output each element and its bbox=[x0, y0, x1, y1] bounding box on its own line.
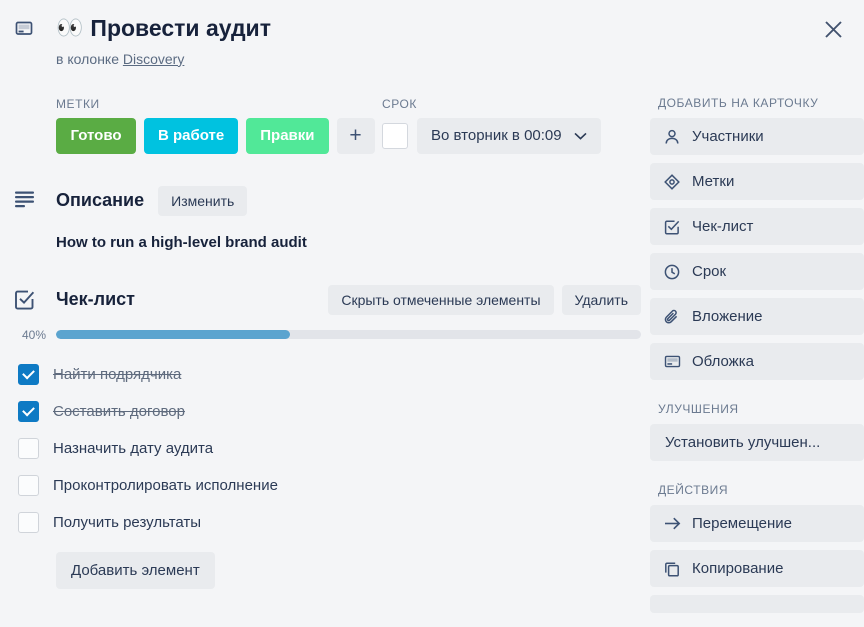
breadcrumb-list-link[interactable]: Discovery bbox=[123, 51, 184, 67]
sidebar-item-участники[interactable]: Участники bbox=[650, 118, 864, 155]
description-section: Описание Изменить bbox=[0, 154, 650, 216]
copy-icon bbox=[664, 561, 681, 577]
label-chip-v-rabote[interactable]: В работе bbox=[144, 117, 239, 154]
sidebar-group-heading: ДЕЙСТВИЯ bbox=[658, 483, 729, 497]
sidebar-item-перемещение[interactable]: Перемещение bbox=[650, 505, 864, 542]
add-checklist-item-button[interactable]: Добавить элемент bbox=[56, 551, 215, 589]
sidebar-item-копирование[interactable]: Копирование bbox=[650, 550, 864, 587]
checklist-item-label: Составить договор bbox=[53, 402, 185, 420]
checklist-item[interactable]: Проконтролировать исполнение bbox=[18, 467, 650, 504]
checklist-header-buttons: Скрыть отмеченные элементы Удалить bbox=[328, 284, 641, 315]
sidebar-group: ДЕЙСТВИЯ Перемещение Копирование bbox=[650, 483, 864, 613]
sidebar-group: УЛУЧШЕНИЯ Установить улучшен... bbox=[650, 402, 864, 461]
checklist-header-row: Чек-лист Скрыть отмеченные элементы Удал… bbox=[56, 284, 650, 315]
checklist-item-label: Проконтролировать исполнение bbox=[53, 476, 278, 494]
sidebar-group: ДОБАВИТЬ НА КАРТОЧКУ Участники Метки Чек-ли… bbox=[650, 96, 864, 380]
checkbox-icon[interactable] bbox=[18, 511, 39, 533]
checklist-item[interactable]: Получить результаты bbox=[18, 504, 650, 541]
card-detail-dialog: 👀 Провести аудит в колонке Discovery МЕТ… bbox=[0, 0, 864, 627]
progress-bar-fill bbox=[56, 330, 290, 340]
sidebar-item-label: Метки bbox=[692, 173, 735, 190]
checklist-item-label: Назначить дату аудита bbox=[53, 439, 214, 457]
chevron-down-icon bbox=[574, 132, 587, 140]
description-body: How to run a high-level brand audit bbox=[56, 233, 307, 251]
checkbox-icon[interactable] bbox=[18, 437, 39, 459]
due-heading: СРОК bbox=[382, 96, 417, 111]
checkbox-icon[interactable] bbox=[18, 474, 39, 496]
sidebar-item-label: Обложка bbox=[692, 353, 754, 370]
checklist-item-label: Найти подрядчика bbox=[53, 365, 182, 383]
sidebar-item-вложение[interactable]: Вложение bbox=[650, 298, 864, 335]
checklist-title: Чек-лист bbox=[56, 289, 135, 310]
page-title: 👀 Провести аудит bbox=[56, 14, 650, 43]
due-row: Во вторник в 00:09 bbox=[382, 117, 601, 154]
due-date-checkbox[interactable] bbox=[382, 122, 408, 149]
labels-block: МЕТКИ Готово В работе Правки + bbox=[56, 97, 378, 154]
label-chips: Готово В работе Правки + bbox=[56, 117, 378, 154]
card-sidebar: ДОБАВИТЬ НА КАРТОЧКУ Участники Метки Чек-ли… bbox=[650, 0, 864, 627]
tag-icon bbox=[664, 173, 681, 190]
progress-bar-track bbox=[56, 330, 641, 340]
sidebar-item-метки[interactable]: Метки bbox=[650, 163, 864, 200]
hide-checked-items-button[interactable]: Скрыть отмеченные элементы bbox=[328, 284, 554, 315]
label-chip-text: В работе bbox=[158, 127, 225, 145]
sidebar-item-label: Срок bbox=[692, 263, 727, 280]
clock-icon bbox=[664, 264, 681, 280]
sidebar-item-срок[interactable]: Срок bbox=[650, 253, 864, 290]
card-main-column: 👀 Провести аудит в колонке Discovery МЕТ… bbox=[0, 0, 650, 627]
sidebar-item-more[interactable] bbox=[650, 595, 864, 613]
description-header: Описание Изменить bbox=[56, 185, 248, 216]
checklist-icon bbox=[14, 285, 56, 315]
description-title: Описание bbox=[56, 190, 145, 211]
card-header: 👀 Провести аудит в колонке Discovery bbox=[0, 0, 650, 67]
add-checklist-item-wrap: Добавить элемент bbox=[0, 541, 650, 589]
sidebar-item-label: Перемещение bbox=[692, 515, 792, 532]
checklist-items: Найти подрядчика Составить договор Назначи… bbox=[0, 342, 650, 541]
progress-percent-label: 40% bbox=[21, 327, 46, 342]
label-chip-pravki[interactable]: Правки bbox=[246, 117, 329, 154]
person-icon bbox=[664, 129, 681, 145]
sidebar-item-label: Чек-лист bbox=[692, 218, 754, 235]
due-date-value: Во вторник в 00:09 bbox=[431, 127, 562, 145]
sidebar-item-label: Копирование bbox=[692, 560, 784, 577]
card-header-text: 👀 Провести аудит в колонке Discovery bbox=[56, 14, 650, 67]
sidebar-item-label: Вложение bbox=[692, 308, 763, 325]
card-title-text: Провести аудит bbox=[90, 15, 271, 41]
sidebar-group-heading: УЛУЧШЕНИЯ bbox=[658, 402, 739, 416]
label-chip-text: Готово bbox=[70, 127, 122, 145]
due-date-button[interactable]: Во вторник в 00:09 bbox=[417, 117, 601, 154]
checkbox-checked-icon[interactable] bbox=[18, 363, 39, 385]
checkbox-checked-icon[interactable] bbox=[18, 400, 39, 422]
cover-icon bbox=[14, 14, 56, 67]
checklist-icon bbox=[664, 219, 681, 235]
cover-icon bbox=[664, 353, 681, 370]
edit-description-button[interactable]: Изменить bbox=[158, 185, 248, 216]
labels-heading: МЕТКИ bbox=[56, 96, 100, 111]
add-label-button[interactable]: + bbox=[336, 117, 375, 154]
breadcrumb: в колонке Discovery bbox=[56, 51, 650, 67]
description-icon bbox=[14, 186, 56, 216]
sidebar-item-обложка[interactable]: Обложка bbox=[650, 343, 864, 380]
sidebar-item-label: Установить улучшен... bbox=[665, 434, 821, 451]
delete-checklist-button[interactable]: Удалить bbox=[561, 284, 641, 315]
sidebar-item-чек-лист[interactable]: Чек-лист bbox=[650, 208, 864, 245]
checklist-item[interactable]: Найти подрядчика bbox=[18, 356, 650, 393]
checklist-item-label: Получить результаты bbox=[53, 513, 202, 531]
eyes-emoji-icon: 👀 bbox=[56, 15, 84, 41]
label-chip-text: Правки bbox=[260, 127, 315, 145]
arrow-right-icon bbox=[664, 516, 681, 531]
paperclip-icon bbox=[664, 309, 681, 325]
checklist-section-header: Чек-лист Скрыть отмеченные элементы Удал… bbox=[0, 251, 650, 315]
close-icon[interactable] bbox=[816, 12, 850, 46]
checklist-progress-row: 40% bbox=[0, 315, 650, 342]
due-date-block: СРОК Во вторник в 00:09 bbox=[382, 97, 601, 154]
label-chip-gotovo[interactable]: Готово bbox=[56, 117, 136, 154]
breadcrumb-prefix: в колонке bbox=[56, 50, 119, 67]
labels-and-due-row: МЕТКИ Готово В работе Правки + СРОК Во в… bbox=[0, 67, 650, 154]
sidebar-item-label: Участники bbox=[692, 128, 764, 145]
checklist-item[interactable]: Назначить дату аудита bbox=[18, 430, 650, 467]
sidebar-item-установить-улучшен[interactable]: Установить улучшен... bbox=[650, 424, 864, 461]
sidebar-group-heading: ДОБАВИТЬ НА КАРТОЧКУ bbox=[658, 96, 819, 110]
checklist-item[interactable]: Составить договор bbox=[18, 393, 650, 430]
